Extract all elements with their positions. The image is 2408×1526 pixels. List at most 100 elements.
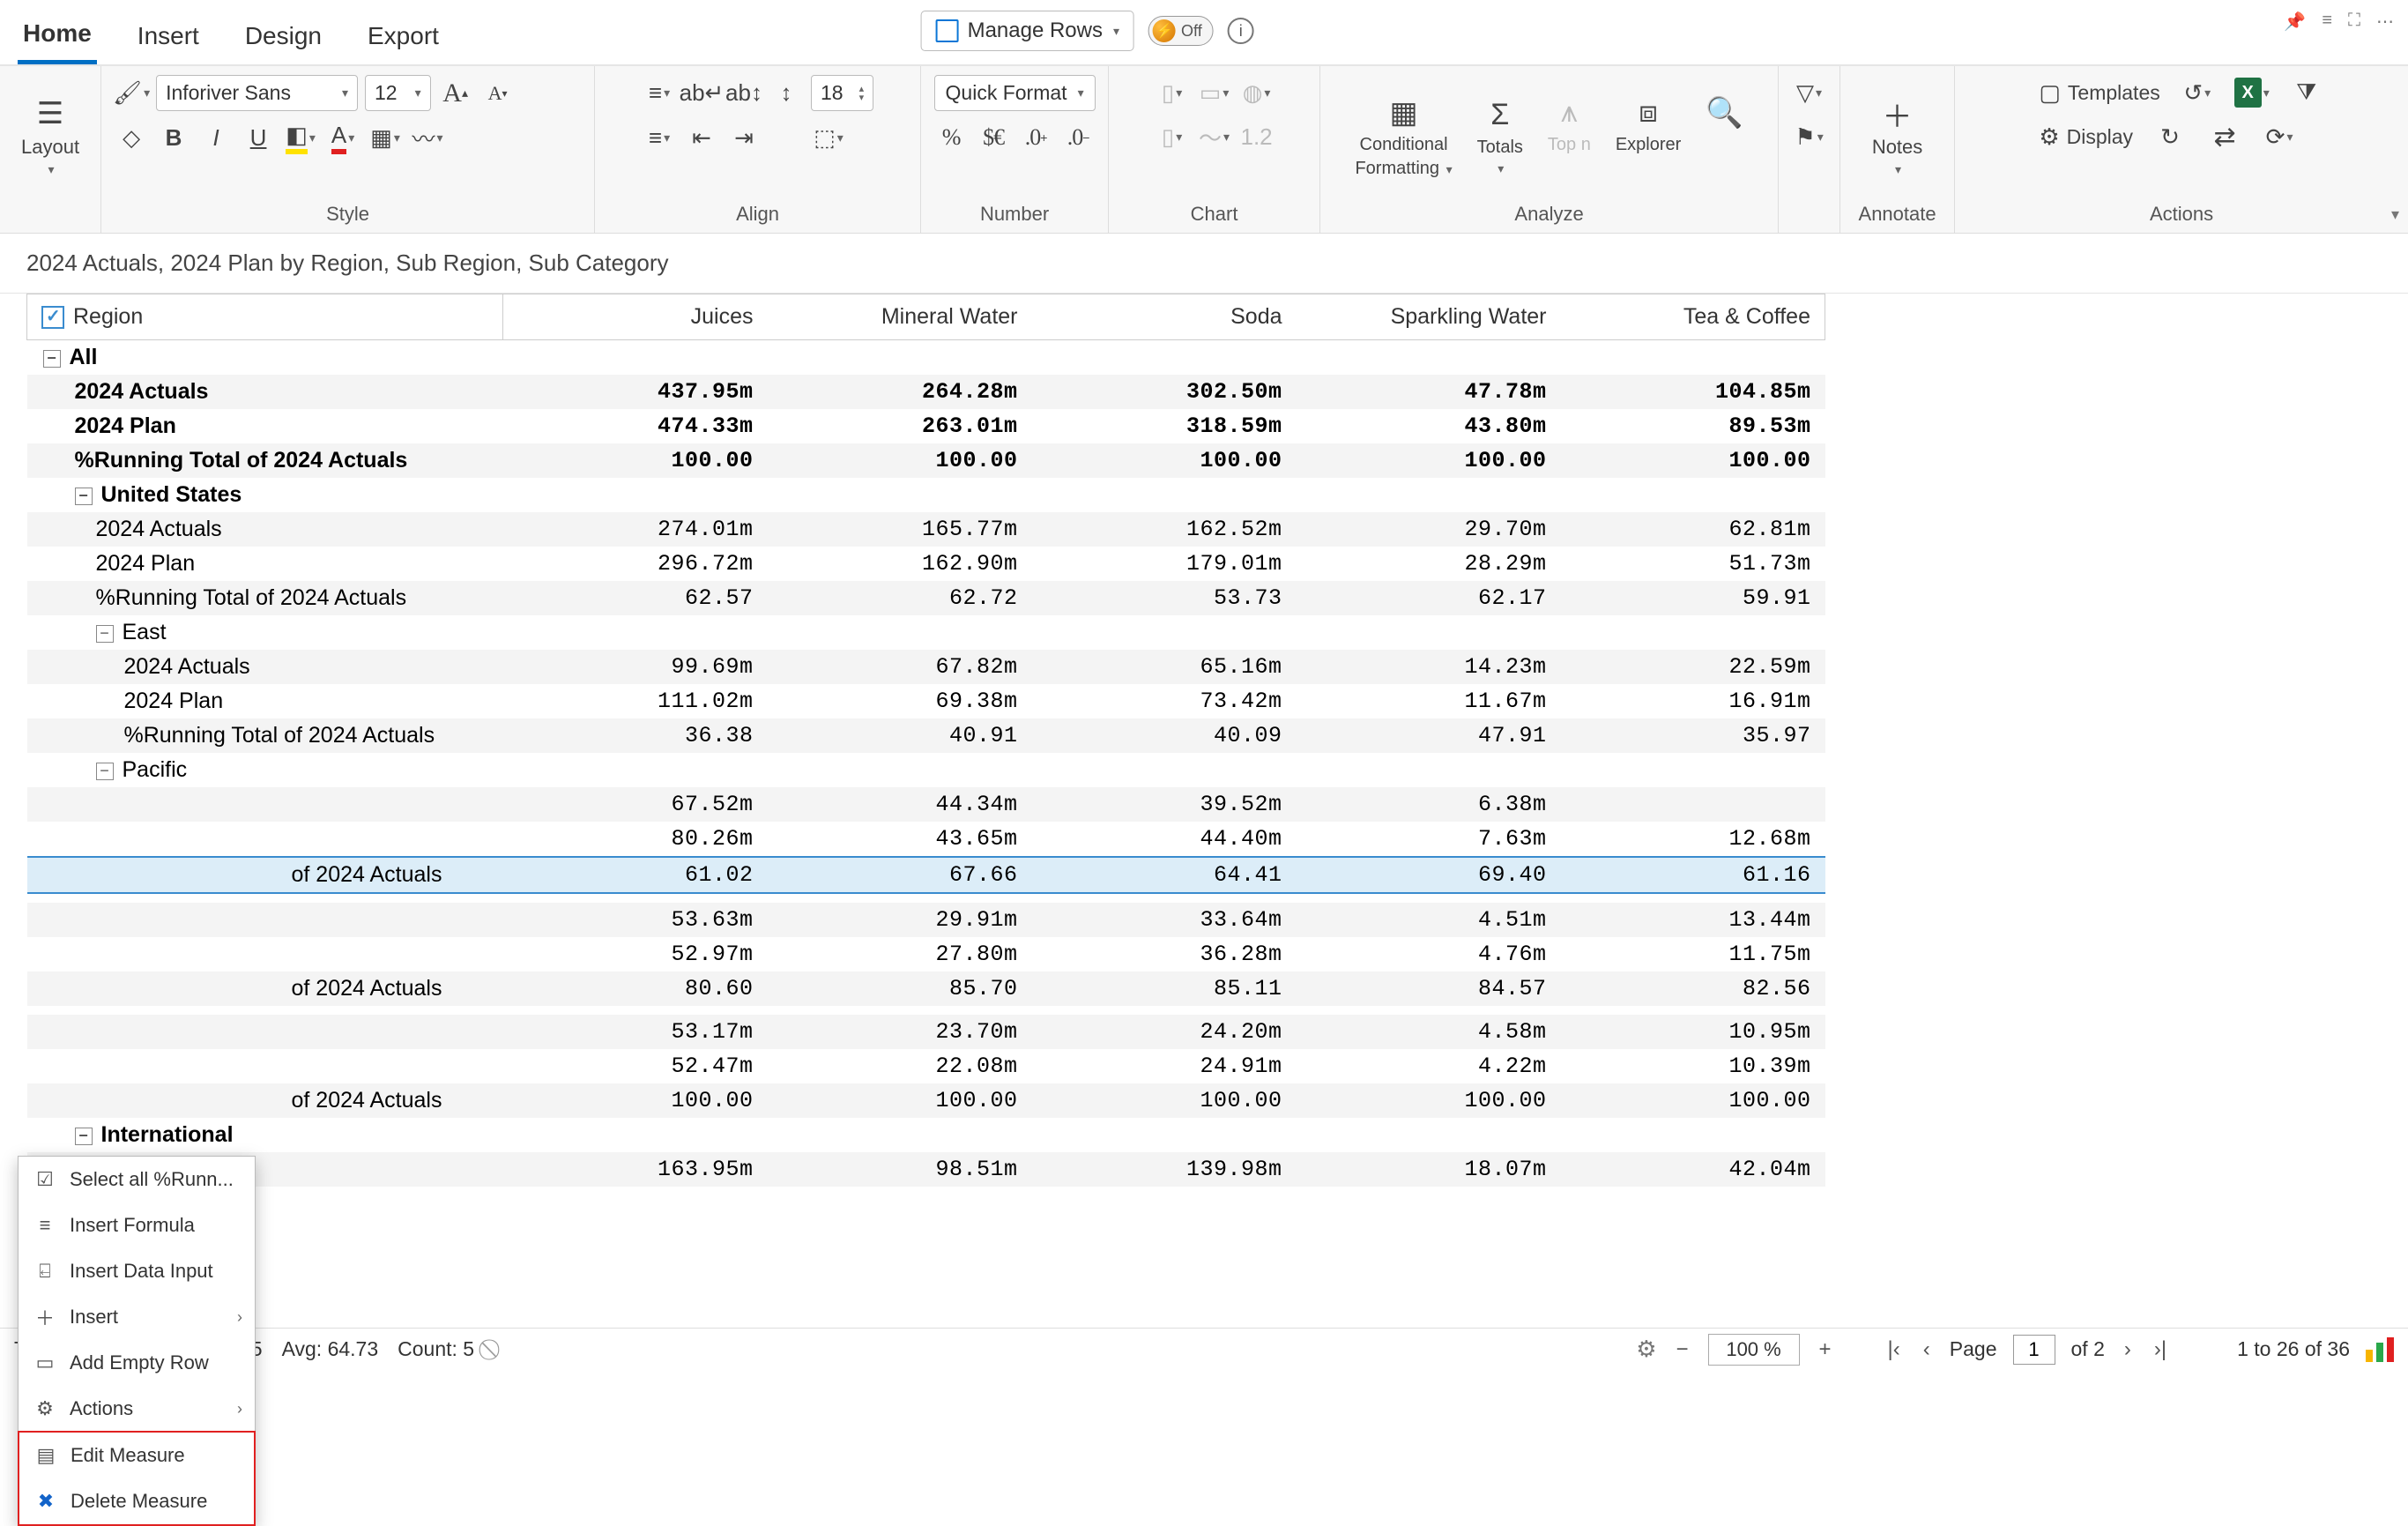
ctx-add-empty-row[interactable]: ▭ Add Empty Row — [19, 1340, 255, 1386]
borders-button[interactable]: ▦▾ — [368, 120, 403, 155]
info-button[interactable]: i — [1228, 18, 1254, 44]
settings-gear-icon[interactable]: ⚙ — [1636, 1336, 1656, 1363]
swap-columns-button[interactable] — [2207, 119, 2242, 154]
next-page-button[interactable]: › — [2121, 1337, 2135, 1362]
tab-insert[interactable]: Insert — [132, 10, 204, 63]
select-all-checkbox[interactable] — [41, 306, 64, 329]
col-mineral-water[interactable]: Mineral Water — [768, 294, 1032, 340]
font-family-select[interactable]: Inforiver Sans ▾ — [156, 75, 358, 111]
ctx-select-all[interactable]: ☑ Select all %Runn... — [19, 1157, 255, 1202]
decrease-decimal-button[interactable]: .0− — [1060, 120, 1096, 155]
underline-button[interactable]: U — [241, 120, 276, 155]
font-size-select[interactable]: 12 ▾ — [365, 75, 431, 111]
table-row[interactable]: 2024 Actuals274.01m165.77m162.52m29.70m6… — [27, 512, 1825, 547]
display-button[interactable]: ⚙ Display — [2039, 119, 2133, 154]
row-all[interactable]: −All — [27, 340, 1825, 376]
search-button[interactable]: 🔍 — [1697, 91, 1751, 182]
table-row[interactable]: %Running Total of 2024 Actuals62.5762.72… — [27, 581, 1825, 615]
table-row[interactable]: 2024 Actuals99.69m67.82m65.16m14.23m22.5… — [27, 650, 1825, 684]
italic-button[interactable]: I — [198, 120, 234, 155]
totals-button[interactable]: Σ Totals ▾ — [1468, 93, 1532, 180]
filter-small-icon[interactable]: ≡ — [2322, 11, 2332, 33]
line-spacing-button[interactable]: ↕ — [769, 76, 804, 111]
pin-chart-button[interactable]: ◍▾ — [1239, 75, 1275, 110]
manage-rows-button[interactable]: Manage Rows ▾ — [921, 11, 1134, 51]
advanced-filter-button[interactable]: ⧩ — [2289, 75, 2324, 110]
ctx-insert-data-input[interactable]: ⍇ Insert Data Input — [19, 1248, 255, 1294]
ctx-insert[interactable]: ＋ Insert › — [19, 1294, 255, 1340]
zoom-out-button[interactable]: − — [1673, 1337, 1692, 1362]
align-left-button[interactable]: ≡▾ — [642, 120, 677, 155]
chart-indicator-icon[interactable] — [2366, 1337, 2394, 1362]
tab-home[interactable]: Home — [18, 7, 97, 64]
col-rowheader[interactable]: Region — [27, 294, 503, 340]
increase-decimal-button[interactable]: .0+ — [1018, 120, 1053, 155]
col-soda[interactable]: Soda — [1032, 294, 1297, 340]
value-button[interactable]: 1.2 — [1239, 119, 1275, 154]
zoom-in-button[interactable]: + — [1816, 1337, 1835, 1362]
decrease-indent-button[interactable]: ⇤ — [684, 120, 719, 155]
ctx-insert-formula[interactable]: ≡ Insert Formula — [19, 1202, 255, 1248]
first-page-button[interactable]: |‹ — [1884, 1337, 1904, 1362]
ctx-actions[interactable]: ⚙ Actions › — [19, 1386, 255, 1432]
pin-icon[interactable]: 📌 — [2284, 11, 2306, 33]
reset-button[interactable]: ↺▾ — [2180, 75, 2215, 110]
table-row[interactable]: 67.52m44.34m39.52m6.38m — [27, 787, 1825, 822]
collapse-icon[interactable]: − — [43, 350, 61, 368]
flag-button[interactable]: ⚑▾ — [1792, 119, 1827, 154]
increase-font-button[interactable]: A▴ — [438, 76, 473, 111]
tab-export[interactable]: Export — [362, 10, 444, 63]
table-row[interactable]: 2024 Plan296.72m162.90m179.01m28.29m51.7… — [27, 547, 1825, 581]
expand-ribbon-icon[interactable]: ▾ — [2391, 205, 2399, 224]
topn-button[interactable]: ⩚ Top n — [1539, 91, 1600, 182]
conditional-formatting-button[interactable]: ▦ Conditional Formatting ▾ — [1346, 91, 1460, 182]
row-east[interactable]: −East — [27, 615, 1825, 650]
table-row[interactable]: 2024 Plan474.33m263.01m318.59m43.80m89.5… — [27, 409, 1825, 443]
orientation-button[interactable]: ab↕ — [726, 76, 762, 111]
waterfall-button[interactable]: ▯▾ — [1155, 119, 1190, 154]
collapse-icon[interactable]: − — [75, 1128, 93, 1145]
row-united-states[interactable]: −United States — [27, 478, 1825, 512]
col-juices[interactable]: Juices — [503, 294, 768, 340]
wrap-text-button[interactable]: ab↵ — [684, 76, 719, 111]
clear-formatting-button[interactable]: ◇ — [114, 120, 149, 155]
table-row[interactable]: %Running Total of 2024 Actuals36.3840.91… — [27, 718, 1825, 753]
decrease-font-button[interactable]: A▾ — [480, 76, 516, 111]
row-pacific[interactable]: −Pacific — [27, 753, 1825, 787]
collapse-icon[interactable]: − — [75, 488, 93, 505]
col-tea-coffee[interactable]: Tea & Coffee — [1561, 294, 1825, 340]
notes-button[interactable]: ＋ Notes ▾ — [1863, 92, 1931, 181]
align-top-button[interactable]: ≡▾ — [642, 76, 677, 111]
bullet-chart-button[interactable]: ▭▾ — [1197, 75, 1232, 110]
fit-button[interactable]: ⬚▾ — [811, 120, 846, 155]
page-input[interactable] — [2013, 1335, 2055, 1365]
selected-row[interactable]: of 2024 Actuals61.0267.6664.4169.4061.16 — [27, 857, 1825, 893]
ctx-delete-measure[interactable]: ✖ Delete Measure — [19, 1478, 254, 1524]
table-row[interactable]: %Running Total of 2024 Actuals100.00100.… — [27, 443, 1825, 478]
bar-chart-button[interactable]: ▯▾ — [1155, 75, 1190, 110]
expand-icon[interactable]: ⛶ — [2348, 11, 2360, 33]
refresh-button[interactable]: ↻ — [2152, 119, 2188, 154]
tab-design[interactable]: Design — [240, 10, 327, 63]
explorer-button[interactable]: ⧈ Explorer — [1607, 91, 1690, 182]
table-row[interactable]: 52.47m22.08m24.91m4.22m10.39m — [27, 1049, 1825, 1083]
fill-color-button[interactable]: ◧▾ — [283, 120, 318, 155]
quick-format-select[interactable]: Quick Format ▾ — [934, 75, 1096, 111]
table-row[interactable]: of 2024 Actuals80.6085.7085.1184.5782.56 — [27, 971, 1825, 1006]
currency-button[interactable]: $€ — [976, 120, 1011, 155]
col-sparkling-water[interactable]: Sparkling Water — [1297, 294, 1561, 340]
font-color-button[interactable]: A▾ — [325, 120, 360, 155]
increase-indent-button[interactable]: ⇥ — [726, 120, 762, 155]
collapse-icon[interactable]: − — [96, 625, 114, 643]
table-row[interactable]: 2024 Plan111.02m69.38m73.42m11.67m16.91m — [27, 684, 1825, 718]
line-spacing-value[interactable]: 18 ▴▾ — [811, 75, 873, 111]
rotate-button[interactable]: ⟳▾ — [2262, 119, 2297, 154]
excel-export-button[interactable]: X▾ — [2234, 75, 2270, 110]
sparkline-button[interactable]: 〜▾ — [1197, 119, 1232, 154]
table-row[interactable]: 53.63m29.91m33.64m4.51m13.44m — [27, 903, 1825, 937]
more-icon[interactable]: ⋯ — [2376, 11, 2394, 33]
table-row[interactable] — [27, 893, 1825, 903]
table-row[interactable] — [27, 1006, 1825, 1015]
zoom-display[interactable]: 100 % — [1708, 1334, 1800, 1366]
table-row[interactable]: of 2024 Actuals100.00100.00100.00100.001… — [27, 1083, 1825, 1118]
